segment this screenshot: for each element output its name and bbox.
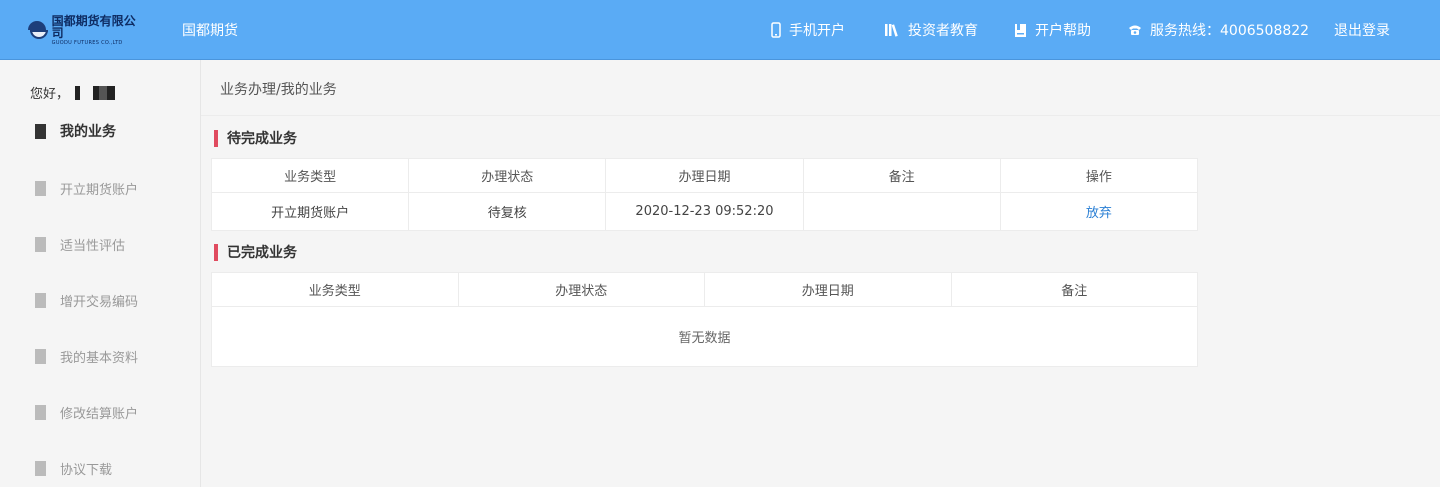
column-header: 备注 (802, 158, 1001, 193)
column-header: 备注 (950, 272, 1198, 307)
telephone-icon (1129, 25, 1141, 35)
sidebar-item-basic-info[interactable]: 我的基本资料 (35, 347, 138, 366)
menu-bullet-icon (35, 237, 46, 252)
column-header: 操作 (999, 158, 1199, 193)
top-header: 国都期货有限公司 GUODU FUTURES CO.,LTD 国都期货 手机开户… (0, 0, 1440, 60)
breadcrumb: 业务办理/我的业务 (220, 82, 337, 98)
cell-date: 2020-12-23 09:52:20 (605, 192, 804, 231)
sidebar-item-add-trading-code[interactable]: 增开交易编码 (35, 291, 138, 310)
mobile-phone-icon (771, 22, 781, 38)
column-header: 办理日期 (605, 158, 804, 193)
empty-state-text: 暂无数据 (211, 306, 1198, 367)
completed-title-label: 已完成业务 (227, 245, 297, 261)
masked-username (75, 85, 124, 100)
logo-chinese-name: 国都期货有限公司 (51, 13, 136, 40)
pending-section-title: 待完成业务 (214, 128, 297, 148)
cell-status: 待复核 (408, 192, 607, 231)
sidebar-item-agreement-download[interactable]: 协议下载 (35, 459, 112, 478)
brand-name[interactable]: 国都期货 (182, 20, 238, 40)
section-marker (214, 129, 218, 147)
nav-investor-education-label: 投资者教育 (908, 23, 978, 39)
column-header: 办理状态 (457, 272, 705, 307)
user-greeting: 您好， (30, 83, 124, 102)
nav-hotline-label: 服务热线：4006508822 (1150, 23, 1310, 39)
pending-business-table: 业务类型 办理状态 办理日期 备注 操作 开立期货账户 待复核 2020-12-… (210, 158, 1199, 231)
nav-open-help[interactable]: 开户帮助 (1014, 20, 1091, 40)
sidebar: 您好， 我的业务 开立期货账户 适当性评估 增开交易编码 我的基本资料 修改结算… (0, 60, 201, 487)
sidebar-item-open-futures-account[interactable]: 开立期货账户 (35, 179, 138, 198)
greeting-label: 您好， (30, 87, 70, 102)
sidebar-item-modify-settlement-account[interactable]: 修改结算账户 (35, 403, 138, 422)
column-header: 办理日期 (704, 272, 952, 307)
breadcrumb-bar: 业务办理/我的业务 (201, 60, 1440, 116)
sidebar-item-label: 开立期货账户 (60, 183, 139, 198)
completed-section-title: 已完成业务 (214, 242, 297, 262)
logo-mark-icon (28, 20, 48, 40)
column-header: 办理状态 (408, 158, 607, 193)
nav-investor-education[interactable]: 投资者教育 (884, 20, 978, 40)
nav-mobile-open[interactable]: 手机开户 (771, 20, 845, 40)
section-marker (214, 243, 218, 261)
sidebar-item-label: 修改结算账户 (60, 407, 139, 422)
nav-hotline: 服务热线：4006508822 (1128, 20, 1309, 40)
table-row: 开立期货账户 待复核 2020-12-23 09:52:20 放弃 (210, 192, 1199, 231)
books-icon (885, 24, 898, 37)
empty-row: 暂无数据 (211, 306, 1198, 367)
menu-bullet-icon (35, 349, 46, 364)
cell-note (802, 192, 1001, 231)
logo-english-name: GUODU FUTURES CO.,LTD (51, 39, 123, 46)
menu-bullet-icon (35, 123, 46, 139)
menu-bullet-icon (35, 405, 46, 420)
sidebar-item-label: 我的业务 (60, 124, 116, 140)
column-header: 业务类型 (210, 158, 410, 193)
column-header: 业务类型 (211, 272, 459, 307)
sidebar-item-label: 协议下载 (60, 463, 113, 478)
sidebar-item-suitability-assessment[interactable]: 适当性评估 (35, 235, 125, 254)
nav-open-help-label: 开户帮助 (1035, 23, 1091, 39)
logout-link[interactable]: 退出登录 (1334, 20, 1390, 40)
cell-business-type: 开立期货账户 (210, 192, 410, 231)
completed-business-table: 业务类型 办理状态 办理日期 备注 暂无数据 (211, 272, 1198, 367)
bookmark-icon (1015, 23, 1026, 37)
menu-bullet-icon (35, 181, 46, 196)
sidebar-item-label: 增开交易编码 (60, 295, 139, 310)
table-header-row: 业务类型 办理状态 办理日期 备注 (211, 272, 1198, 307)
table-header-row: 业务类型 办理状态 办理日期 备注 操作 (210, 158, 1199, 193)
abandon-link[interactable]: 放弃 (999, 192, 1199, 231)
main-content: 业务办理/我的业务 待完成业务 业务类型 办理状态 办理日期 备注 操作 开立期… (201, 60, 1440, 487)
menu-bullet-icon (35, 293, 46, 308)
sidebar-item-label: 适当性评估 (60, 239, 126, 254)
company-logo[interactable]: 国都期货有限公司 GUODU FUTURES CO.,LTD (28, 13, 146, 45)
sidebar-item-label: 我的基本资料 (60, 351, 139, 366)
nav-mobile-open-label: 手机开户 (789, 23, 845, 39)
pending-title-label: 待完成业务 (227, 131, 297, 147)
menu-bullet-icon (35, 461, 46, 476)
sidebar-item-my-business[interactable]: 我的业务 (35, 121, 116, 141)
